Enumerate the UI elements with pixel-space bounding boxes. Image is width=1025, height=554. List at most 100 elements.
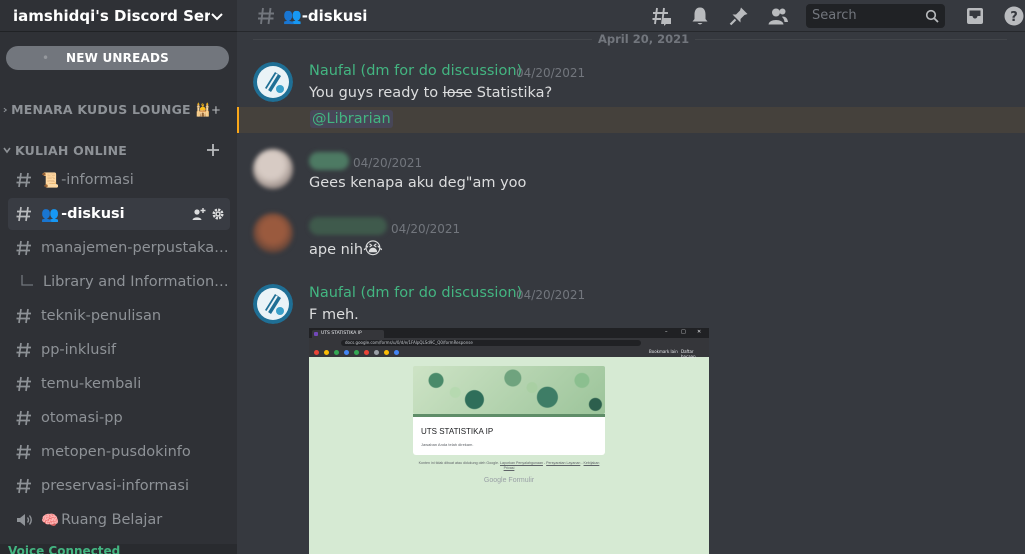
category-menara-kudus-lounge[interactable]: MENARA KUDUS LOUNGE 🕌	[0, 100, 237, 120]
search-bar[interactable]	[806, 3, 945, 28]
brain-emoji: 🧠	[41, 512, 60, 529]
image-attachment[interactable]: UTS STATISTIKA IP – □ ✕ docs.google.com/…	[309, 328, 709, 554]
search-icon	[925, 9, 939, 23]
speaker-icon	[17, 514, 32, 526]
channel-label: teknik-penulisan	[41, 308, 162, 324]
people-emoji: 👥	[41, 206, 60, 223]
form-footer-link: Persyaratan Layanan	[546, 461, 581, 465]
google-forms-brand: Google Formulir	[483, 477, 535, 484]
category-label: MENARA KUDUS LOUNGE 🕌	[11, 102, 212, 117]
sidebar-item-preservasi-informasi[interactable]: preservasi-informasi	[8, 470, 230, 502]
message-item: Naufal (dm for do discussion) 04/20/2021…	[237, 33, 1025, 133]
form-footer: Konten ini tidak dibuat atau didukung ol…	[418, 461, 600, 470]
sidebar-item-pp-inklusif[interactable]: pp-inklusif	[8, 334, 230, 366]
channel-sidebar: iamshidqi's Discord Server • NEW UNREADS…	[0, 0, 237, 554]
channel-header: 👥-diskusi ?	[237, 0, 1025, 32]
mention-highlight: @Librarian	[237, 107, 1025, 133]
chevron-down-icon	[211, 12, 223, 20]
hashtag-icon	[16, 206, 31, 222]
search-input[interactable]	[812, 8, 925, 23]
category-kuliah-online[interactable]: KULIAH ONLINE	[0, 140, 237, 160]
browser-tab-title: UTS STATISTIKA IP	[321, 331, 362, 336]
channel-label: Ruang Belajar	[61, 512, 163, 528]
thread-label: Library and Information C...	[43, 274, 230, 290]
server-header[interactable]: iamshidqi's Discord Server	[0, 0, 237, 32]
channel-label: preservasi-informasi	[41, 478, 189, 494]
message-item: 04/20/2021 Gees kenapa aku deg"am yoo	[237, 143, 1025, 203]
hashtag-icon	[16, 240, 31, 256]
message-content: ape nih😭	[309, 239, 383, 259]
hashtag-icon	[258, 7, 274, 24]
gear-icon[interactable]	[211, 207, 225, 221]
hashtag-icon	[16, 376, 31, 392]
browser-bookmarks-bar: Bookmark lain Daftar bacaan	[309, 347, 709, 359]
pin-icon[interactable]	[728, 5, 750, 27]
sidebar-item-temu-kembali[interactable]: temu-kembali	[8, 368, 230, 400]
hashtag-icon	[16, 172, 31, 188]
sidebar-item-metopen-pusdokinfo[interactable]: metopen-pusdokinfo	[8, 436, 230, 468]
bookmark-icon	[324, 350, 329, 355]
form-footer-link: Laporkan Penyalahgunaan	[499, 461, 543, 465]
message-item: 04/20/2021 ape nih😭	[237, 208, 1025, 268]
sidebar-item-teknik-penulisan[interactable]: teknik-penulisan	[8, 300, 230, 332]
role-mention[interactable]: @Librarian	[310, 110, 393, 128]
help-icon[interactable]: ?	[1003, 5, 1025, 27]
bookmark-icon	[334, 350, 339, 355]
message-text: Statistika?	[472, 85, 553, 101]
new-unreads-label: NEW UNREADS	[66, 51, 169, 65]
sidebar-item-informasi[interactable]: 📜 -informasi	[8, 164, 230, 196]
form-title: UTS STATISTIKA IP	[421, 427, 494, 436]
sidebar-item-thread-library[interactable]: Library and Information C...	[8, 266, 230, 298]
people-emoji: 👥	[283, 6, 302, 25]
channel-title-text: -diskusi	[301, 6, 368, 25]
message-timestamp: 04/20/2021	[516, 66, 586, 80]
thread-branch-icon	[21, 275, 33, 286]
minimize-icon: –	[665, 329, 668, 335]
chevron-right-icon	[3, 107, 8, 113]
channel-label: otomasi-pp	[41, 410, 123, 426]
message-timestamp: 04/20/2021	[353, 156, 423, 170]
browser-tab: UTS STATISTIKA IP	[312, 330, 384, 338]
add-channel-icon[interactable]	[211, 102, 221, 118]
avatar[interactable]	[253, 213, 293, 253]
avatar[interactable]	[253, 284, 293, 324]
svg-text:?: ?	[1010, 10, 1018, 25]
add-channel-icon[interactable]	[205, 142, 221, 158]
avatar[interactable]	[253, 149, 293, 189]
hashtag-icon	[16, 478, 31, 494]
bookmark-icon	[374, 350, 379, 355]
message-author[interactable]: Naufal (dm for do discussion)	[309, 285, 522, 301]
member-list-icon[interactable]	[767, 5, 789, 27]
message-content: You guys ready to lose Statistika?	[309, 85, 552, 101]
voice-connected-status[interactable]: Voice Connected	[0, 544, 237, 554]
form-card: UTS STATISTIKA IP Jawaban Anda telah dir…	[413, 417, 605, 455]
sidebar-item-manajemen-perpustakaan[interactable]: manajemen-perpustakaan	[8, 232, 230, 264]
message-list[interactable]: April 20, 2021 Naufal (dm for do discuss…	[237, 33, 1025, 554]
maximize-icon: □	[681, 329, 686, 335]
message-content: Gees kenapa aku deg"am yoo	[309, 175, 527, 191]
channel-label: manajemen-perpustakaan	[41, 240, 230, 256]
ghost-channel-text: •	[42, 51, 50, 65]
form-confirmation: Jawaban Anda telah direkam.	[421, 442, 474, 447]
channel-label: temu-kembali	[41, 376, 142, 392]
category-label: KULIAH ONLINE	[15, 142, 128, 158]
bookmark-icon	[354, 350, 359, 355]
message-author-redacted[interactable]	[309, 217, 387, 235]
new-unreads-button[interactable]: • NEW UNREADS	[6, 46, 229, 70]
forms-favicon-icon	[314, 332, 318, 336]
threads-icon[interactable]	[650, 5, 672, 27]
hashtag-icon	[16, 308, 31, 324]
sidebar-item-otomasi-pp[interactable]: otomasi-pp	[8, 402, 230, 434]
message-author[interactable]: Naufal (dm for do discussion)	[309, 63, 522, 79]
message-timestamp: 04/20/2021	[516, 288, 586, 302]
avatar[interactable]	[253, 62, 293, 102]
sidebar-item-ruang-belajar[interactable]: 🧠 Ruang Belajar	[8, 504, 230, 536]
inbox-icon[interactable]	[964, 5, 986, 27]
invite-icon[interactable]	[192, 207, 206, 221]
bell-icon[interactable]	[689, 5, 711, 27]
message-timestamp: 04/20/2021	[391, 222, 461, 236]
message-author-redacted[interactable]	[309, 152, 349, 170]
sidebar-item-diskusi[interactable]: 👥 -diskusi	[8, 198, 230, 230]
server-name: iamshidqi's Discord Server	[13, 6, 210, 25]
form-header-image	[413, 366, 605, 414]
